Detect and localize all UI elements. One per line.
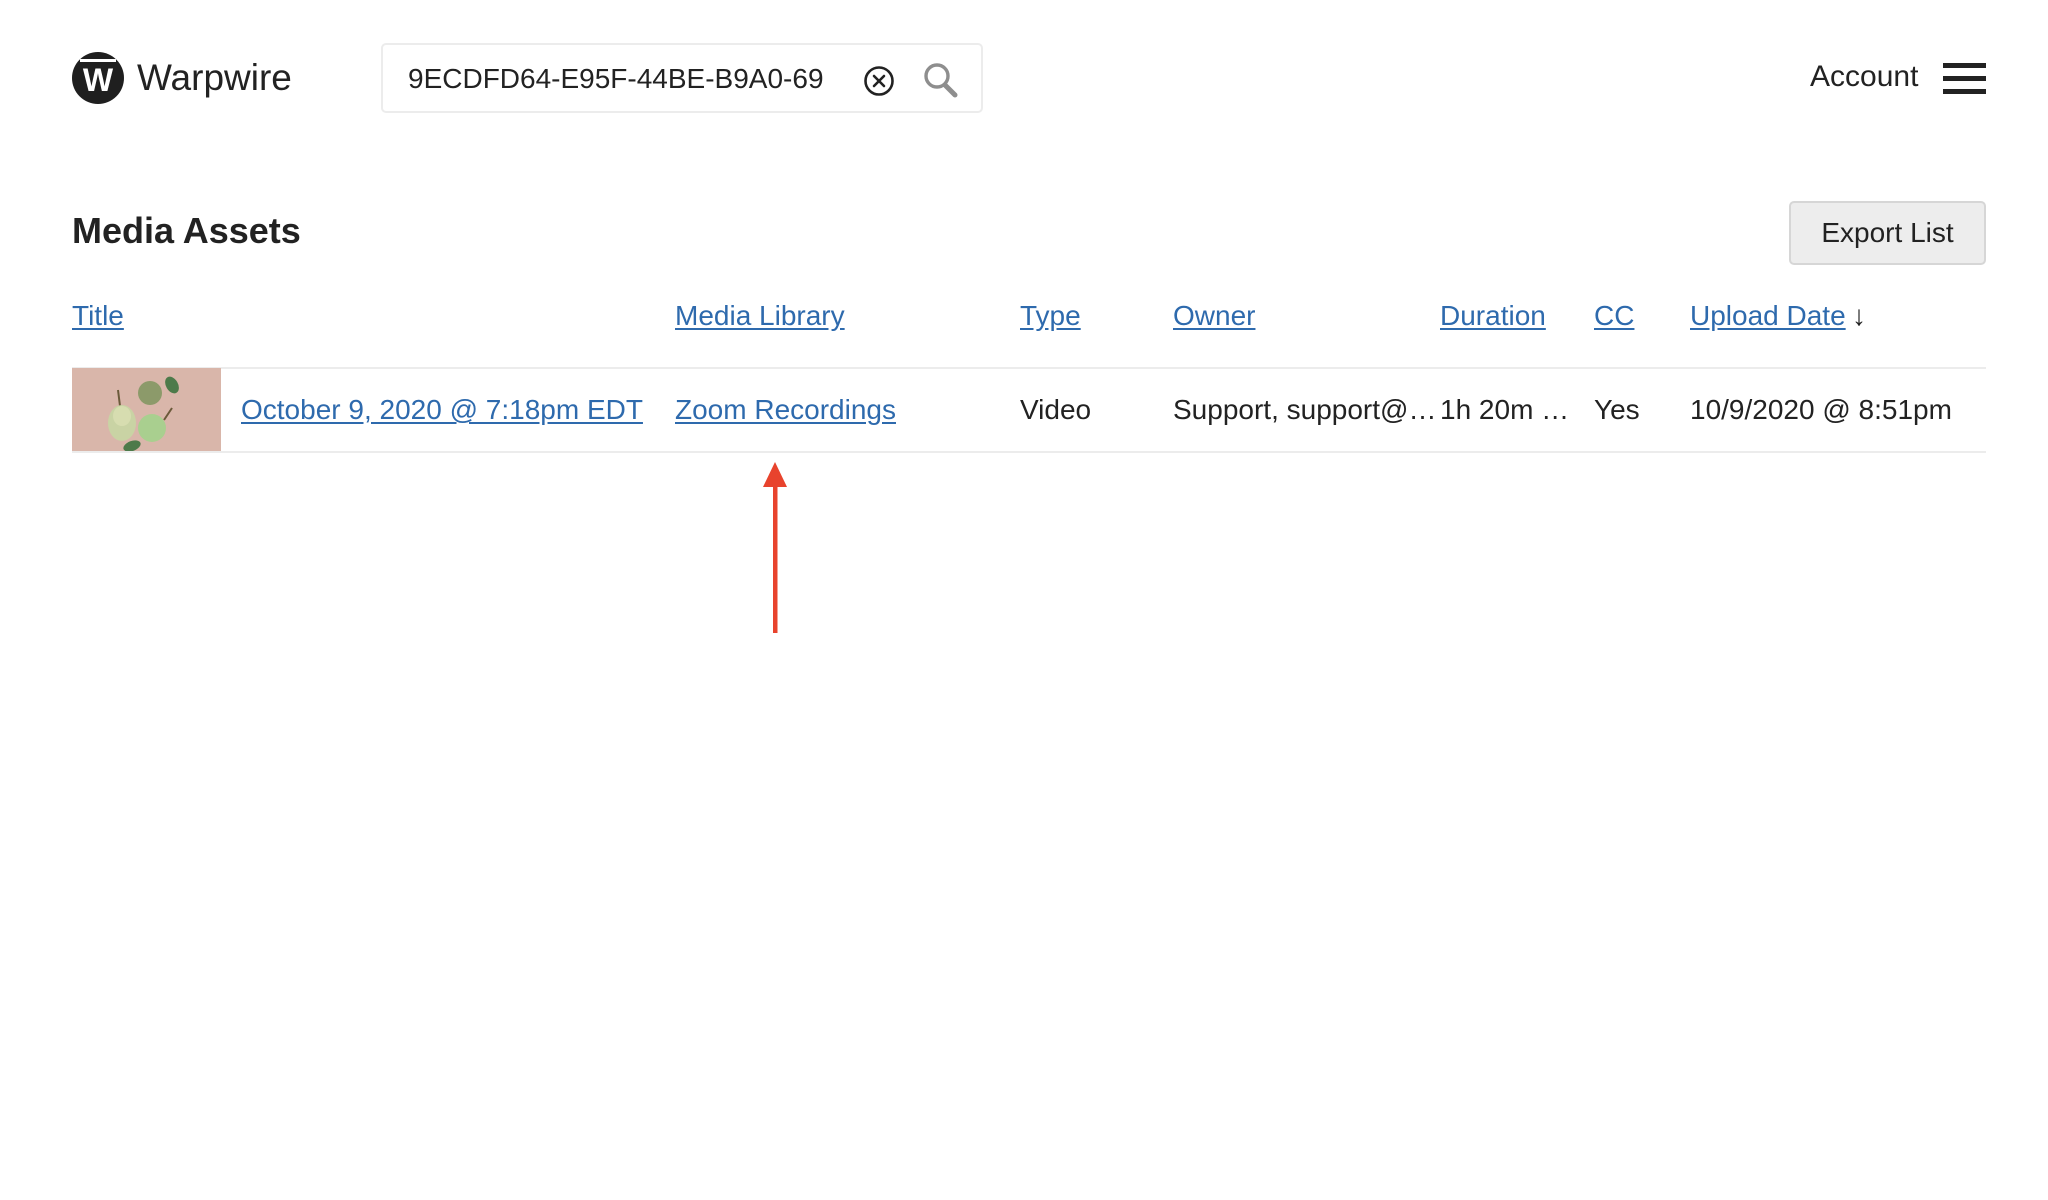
export-list-button[interactable]: Export List — [1789, 201, 1986, 265]
asset-title-link[interactable]: October 9, 2020 @ 7:18pm EDT — [241, 394, 643, 426]
hamburger-menu-icon[interactable] — [1943, 63, 1986, 95]
asset-upload-date: 10/9/2020 @ 8:51pm — [1690, 394, 1952, 425]
search-box — [381, 43, 983, 113]
column-header-title[interactable]: Title — [72, 300, 124, 332]
column-header-upload-date[interactable]: Upload Date — [1690, 300, 1846, 332]
clear-search-icon[interactable] — [863, 65, 895, 97]
search-icon[interactable] — [923, 62, 959, 100]
video-thumbnail[interactable] — [72, 368, 221, 451]
account-link[interactable]: Account — [1810, 60, 1918, 94]
page-title: Media Assets — [72, 210, 301, 251]
brand-name: Warpwire — [137, 57, 292, 98]
asset-duration: 1h 20m … — [1440, 394, 1570, 425]
pears-image-icon — [72, 368, 221, 451]
search-input[interactable] — [408, 57, 848, 101]
column-header-media-library[interactable]: Media Library — [675, 300, 845, 332]
asset-owner: Support, support@… — [1173, 394, 1437, 425]
asset-type: Video — [1020, 394, 1092, 425]
warpwire-logo[interactable]: W Warpwire — [72, 52, 292, 104]
sort-descending-icon: ↓ — [1852, 300, 1866, 331]
column-header-owner[interactable]: Owner — [1173, 300, 1255, 332]
row-divider — [72, 367, 1986, 369]
column-header-cc[interactable]: CC — [1594, 300, 1634, 332]
column-header-duration[interactable]: Duration — [1440, 300, 1546, 332]
column-header-type[interactable]: Type — [1020, 300, 1081, 332]
media-library-link[interactable]: Zoom Recordings — [675, 394, 896, 426]
annotation-arrow-icon — [763, 462, 787, 633]
asset-cc: Yes — [1594, 394, 1640, 425]
logo-icon: W — [72, 52, 124, 104]
row-divider — [72, 451, 1986, 453]
